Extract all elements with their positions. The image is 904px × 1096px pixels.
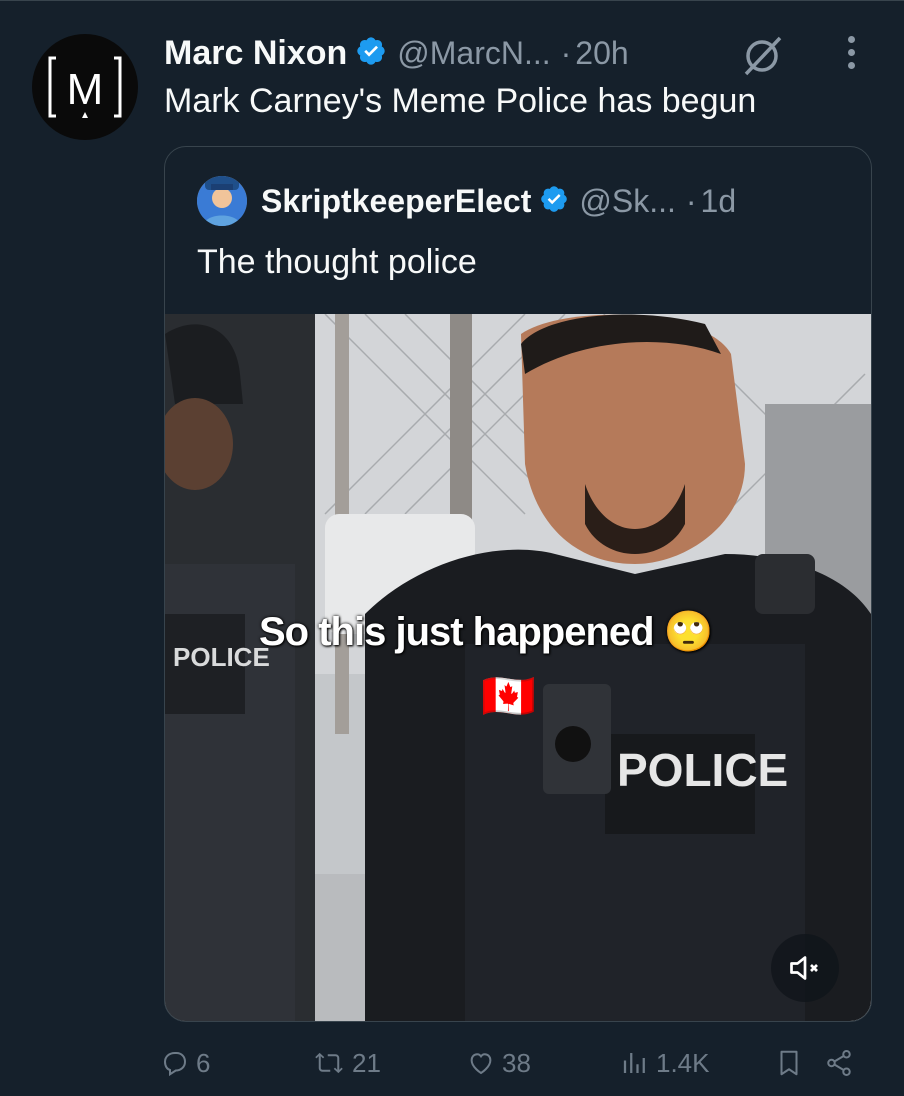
quoted-timestamp[interactable]: 1d: [701, 183, 737, 220]
verified-badge-icon: [539, 184, 569, 219]
volume-muted-icon: [790, 956, 818, 980]
heart-icon: [470, 1053, 492, 1075]
quoted-tweet[interactable]: SkriptkeeperElect @Sk... · 1d The though…: [164, 146, 872, 1022]
views-button[interactable]: 1.4K: [620, 1038, 710, 1088]
svg-text:POLICE: POLICE: [173, 642, 270, 672]
author-handle[interactable]: @MarcN...: [397, 35, 550, 72]
author-avatar[interactable]: M: [32, 34, 138, 140]
author-logo-icon: M: [48, 56, 122, 118]
bookmark-icon: [780, 1050, 798, 1076]
canada-flag-emoji: 🇨🇦: [481, 672, 536, 721]
video-frame: POLICE POLICE: [165, 314, 871, 1021]
tweet-text: Mark Carney's Meme Police has begun: [164, 82, 757, 120]
separator-dot: ·: [560, 34, 572, 71]
tweet-timestamp[interactable]: 20h: [575, 35, 628, 72]
quoted-author-handle[interactable]: @Sk...: [579, 183, 676, 220]
share-button[interactable]: [824, 1038, 860, 1088]
quoted-tweet-header: SkriptkeeperElect @Sk... · 1d: [197, 175, 736, 227]
repost-button[interactable]: 21: [312, 1038, 381, 1088]
video-overlay-caption: So this just happened 🙄: [259, 610, 714, 654]
grok-icon[interactable]: [740, 34, 784, 83]
eye-roll-emoji: 🙄: [663, 610, 714, 654]
video-player[interactable]: POLICE POLICE So this just happened 🙄 🇨🇦: [165, 314, 871, 1021]
more-options-icon[interactable]: [838, 36, 864, 76]
repost-count: 21: [352, 1047, 381, 1078]
reply-icon: [163, 1052, 187, 1077]
quoted-tweet-text: The thought police: [197, 243, 477, 281]
share-icon: [827, 1050, 851, 1076]
repost-icon: [315, 1052, 343, 1074]
svg-text:POLICE: POLICE: [617, 744, 788, 796]
svg-text:M: M: [67, 65, 104, 114]
reply-count: 6: [196, 1047, 211, 1078]
author-name[interactable]: Marc Nixon: [164, 34, 347, 73]
separator-dot: ·: [685, 182, 697, 219]
tweet-header: Marc Nixon @MarcN... · 20h: [164, 28, 629, 78]
unmute-button[interactable]: [771, 934, 839, 1002]
verified-badge-icon: [355, 35, 387, 72]
quoted-author-name[interactable]: SkriptkeeperElect: [261, 183, 531, 220]
like-count: 38: [502, 1047, 531, 1078]
like-button[interactable]: 38: [466, 1038, 531, 1088]
views-icon: [623, 1053, 645, 1073]
top-divider: [0, 0, 904, 1]
view-count: 1.4K: [656, 1047, 710, 1078]
quoted-author-avatar: [197, 176, 247, 226]
reply-button[interactable]: 6: [160, 1038, 210, 1088]
tweet-actions: 6 21 38 1.4K: [160, 1038, 860, 1088]
bookmark-button[interactable]: [774, 1038, 810, 1088]
